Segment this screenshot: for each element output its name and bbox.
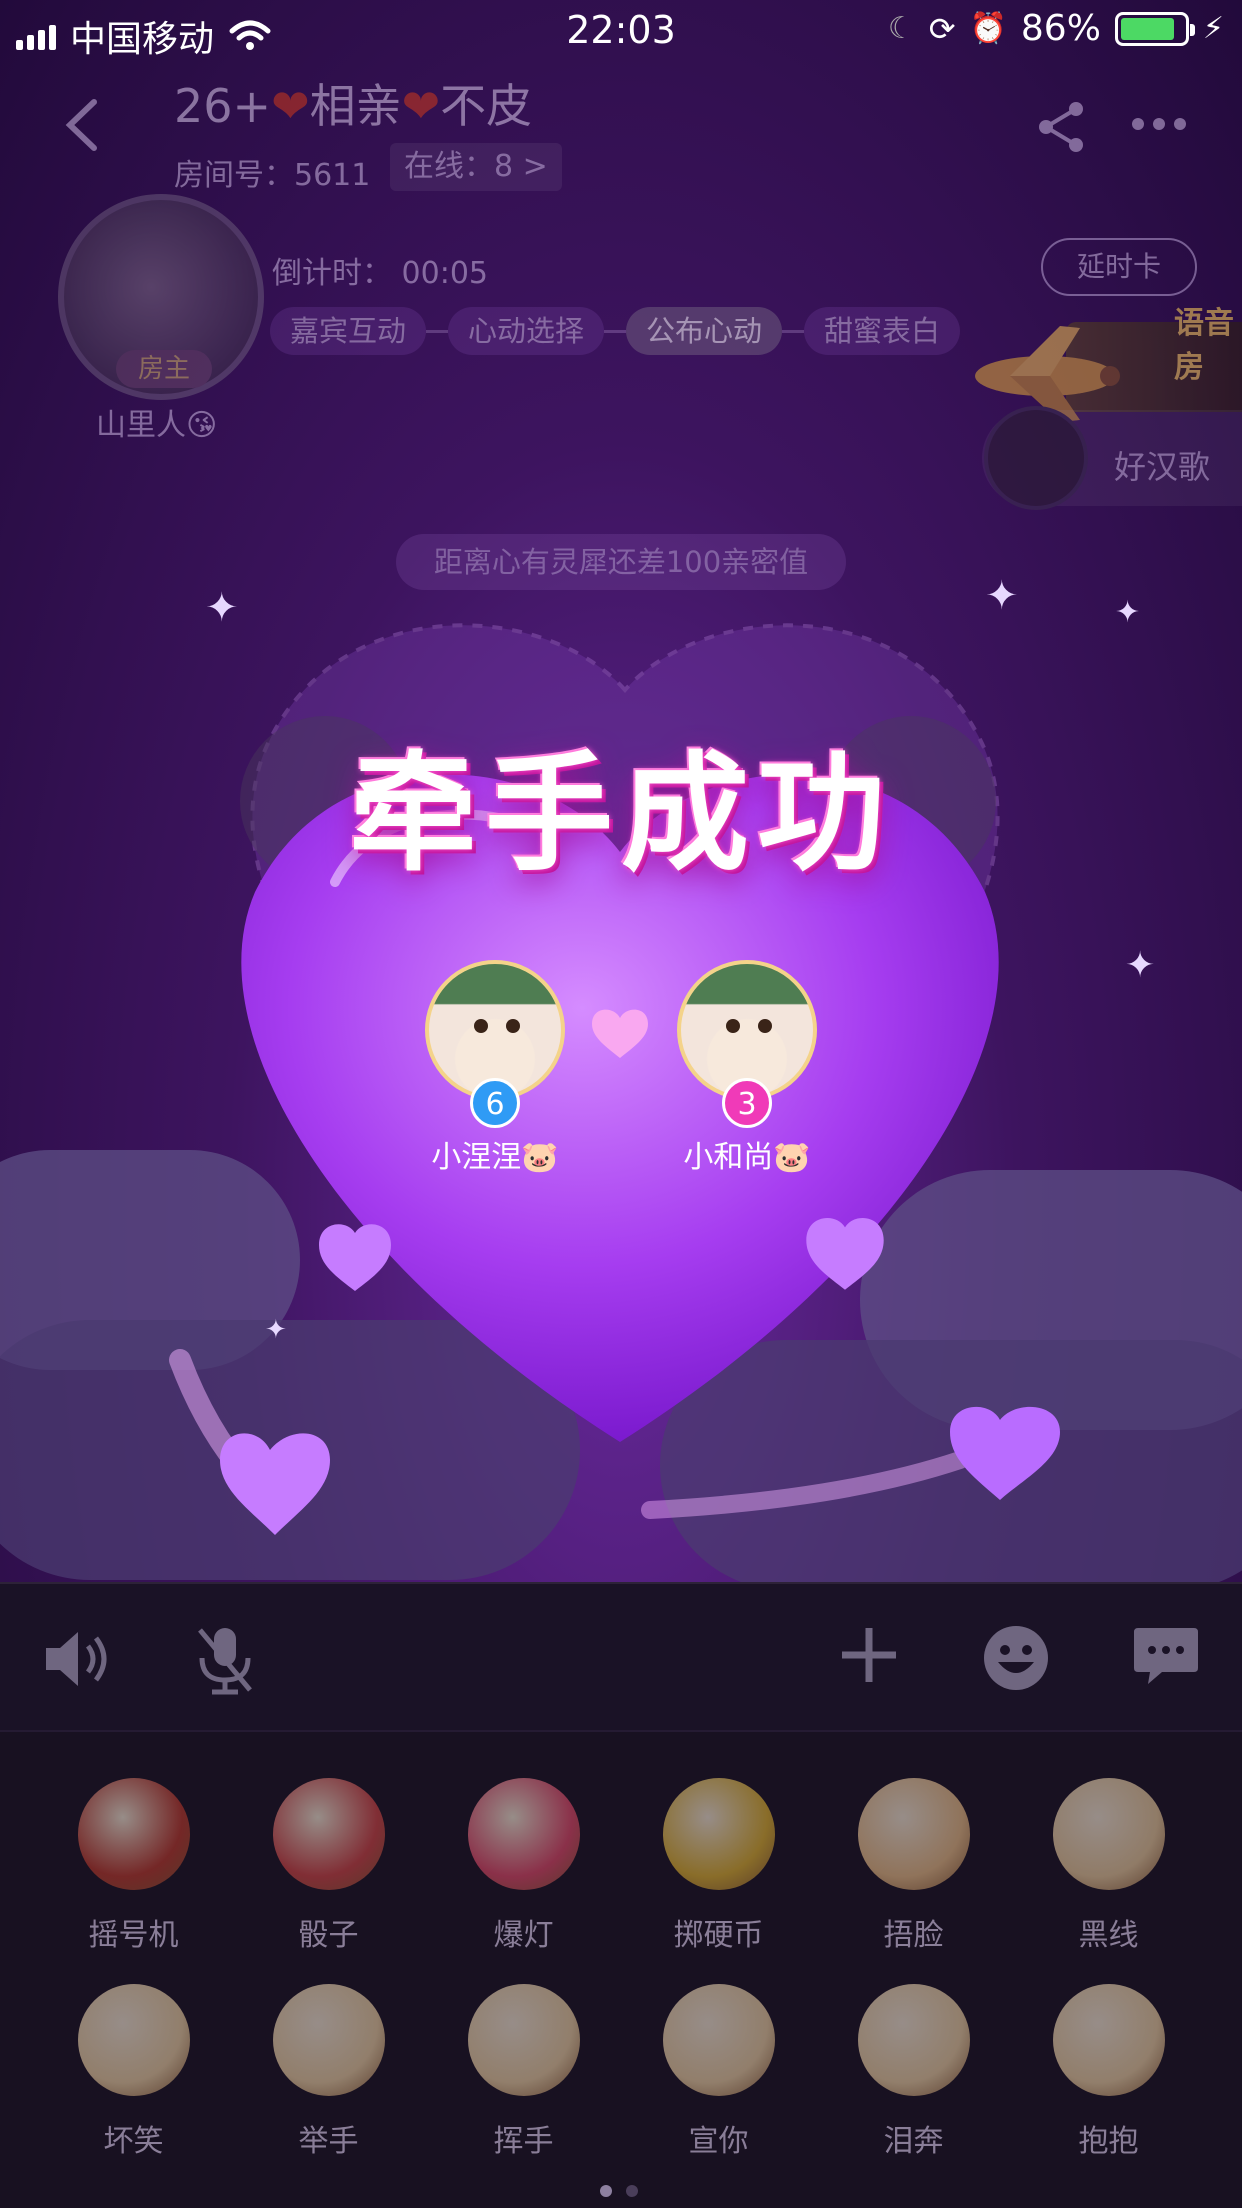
more-icon[interactable] [1130,116,1188,132]
room-title: 26+❤相亲❤不皮 [174,79,533,133]
flying-heart-icon [169,1349,330,1535]
emoji-label: 抱抱 [1078,2124,1139,2159]
emoji-item[interactable]: 爆灯 [426,1778,621,1954]
mic-muted-icon[interactable] [192,1624,258,1696]
stage-confession: 甜蜜表白 [804,307,961,355]
emoji-item[interactable]: 宣你 [621,1984,816,2160]
emoji-label: 举手 [298,2124,359,2159]
seat-number-badge: 6 [470,1078,520,1128]
heart-icon [592,1009,648,1058]
hug-icon [1052,1984,1165,2096]
emoji-item[interactable]: 掷硬币 [621,1778,816,1954]
dice-icon [272,1778,385,1890]
emoji-label: 泪奔 [883,2124,944,2159]
match-success-title: 牵手成功 [348,740,893,889]
emoji-label: 挥手 [493,2124,554,2159]
guest-name: 好汉歌 [1114,448,1211,486]
facepalm-icon [857,1778,970,1890]
delay-card-button[interactable]: 延时卡 [1041,238,1197,296]
emoji-icon[interactable] [982,1624,1050,1692]
stage-progress: 嘉宾互动 心动选择 公布心动 甜蜜表白 [270,306,961,356]
emoji-label: 骰子 [298,1918,359,1953]
smirk-icon [77,1984,190,2096]
bottom-toolbar [0,1582,1242,1730]
seat-number-badge: 3 [722,1078,772,1128]
moon-icon: ☾ [887,11,915,46]
speaker-icon[interactable] [40,1624,110,1694]
avatar-face [474,1019,520,1033]
rotation-lock-icon: ⟳ [928,9,956,48]
plus-icon[interactable] [838,1624,900,1686]
stage-announce: 公布心动 [626,307,783,355]
chat-icon[interactable] [1132,1624,1200,1688]
sparkle-icon: ✦ [985,573,1019,619]
coin-flip-icon [662,1778,775,1890]
emoji-item[interactable]: 泪奔 [816,1984,1011,2160]
online-count-button[interactable]: 在线：8 > [390,143,562,191]
page-dot[interactable] [626,2185,638,2197]
alarm-icon: ⏰ [969,11,1007,46]
countdown-timer: 倒计时： 00:05 [272,256,488,291]
battery-percent: 86% [1020,8,1101,49]
stage-guest-interaction: 嘉宾互动 [270,307,427,355]
host-badge: 房主 [116,350,212,388]
tears-icon [857,1984,970,2096]
stage-heart-choice: 心动选择 [448,307,605,355]
sparkle-icon: ✦ [205,585,239,631]
emoji-item[interactable]: 抱抱 [1011,1984,1206,2160]
emoji-label: 爆灯 [493,1918,554,1953]
charging-icon: ⚡ [1202,11,1224,46]
black-lines-icon [1052,1778,1165,1890]
emoji-panel: 摇号机 骰子 爆灯 掷硬币 捂脸 黑线坏笑 举手 挥手 宣你 泪奔 抱抱 [0,1730,1242,2208]
emoji-label: 捂脸 [883,1918,944,1953]
emoji-item[interactable]: 举手 [231,1984,426,2160]
emoji-label: 掷硬币 [673,1918,764,1953]
page-dot[interactable] [600,2185,612,2197]
page-indicator [600,2185,638,2197]
couple-name-left: 小涅涅🐷 [431,1140,559,1175]
share-icon[interactable] [1036,100,1086,154]
room-id: 房间号：5611 [174,158,371,193]
emoji-label: 摇号机 [88,1918,179,1953]
wave-icon [467,1984,580,2096]
emoji-item[interactable]: 坏笑 [36,1984,231,2160]
emoji-label: 宣你 [688,2124,749,2159]
emoji-item[interactable]: 黑线 [1011,1778,1206,1954]
app-screen: 中国移动 22:03 ☾ ⟳ ⏰ 86% ⚡ 26+❤相亲❤不皮 房间号：561… [0,0,1242,2208]
emoji-item[interactable]: 捂脸 [816,1778,1011,1954]
raise-hand-icon [272,1984,385,2096]
flying-heart-icon [319,1224,391,1291]
sparkle-icon: ✦ [1125,945,1156,986]
emoji-item[interactable]: 摇号机 [36,1778,231,1954]
avatar-face [726,1019,772,1033]
heart-icon: ❤ [271,79,310,133]
flying-heart-icon [806,1217,884,1290]
couple-name-right: 小和尚🐷 [683,1140,811,1175]
slot-machine-icon [77,1778,190,1890]
emoji-item[interactable]: 挥手 [426,1984,621,2160]
back-icon[interactable] [62,98,102,152]
host-name: 山里人😘 [96,408,218,443]
emoji-label: 坏笑 [103,2124,164,2159]
guest-avatar[interactable] [984,406,1088,510]
emoji-item[interactable]: 骰子 [231,1778,426,1954]
burst-light-icon [467,1778,580,1890]
sparkle-icon: ✦ [1115,595,1141,630]
battery-icon [1114,11,1195,46]
status-bar: 中国移动 22:03 ☾ ⟳ ⏰ 86% ⚡ [0,0,1242,62]
heart-icon: ❤ [401,79,441,133]
flying-heart-icon [641,1406,1060,1519]
emoji-label: 黑线 [1078,1918,1139,1953]
love-you-icon [662,1984,775,2096]
